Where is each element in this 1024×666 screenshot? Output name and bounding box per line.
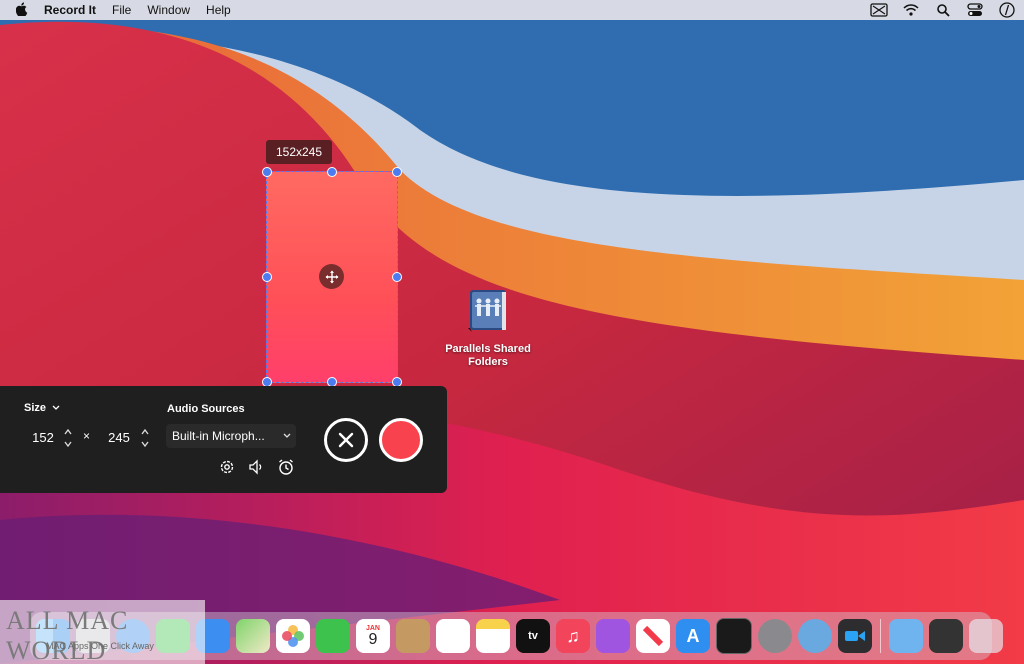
watermark-title: ALL MAC WORLD — [6, 606, 129, 665]
menu-app-name[interactable]: Record It — [44, 3, 96, 17]
tv-label: tv — [528, 630, 538, 642]
control-center-icon[interactable] — [966, 3, 984, 17]
chevron-down-icon — [283, 433, 291, 438]
resize-handle-right[interactable] — [392, 272, 402, 282]
close-icon — [338, 432, 354, 448]
width-stepper[interactable] — [63, 426, 73, 450]
audio-source-select[interactable]: Built-in Microph... — [166, 424, 296, 448]
speaker-icon[interactable] — [247, 458, 265, 476]
menu-help[interactable]: Help — [206, 3, 231, 17]
screen-record-icon[interactable] — [870, 3, 888, 17]
dock-contacts-icon[interactable] — [396, 619, 430, 653]
resize-handle-top[interactable] — [327, 167, 337, 177]
height-field[interactable]: 245 — [102, 428, 136, 448]
resize-handle-top-left[interactable] — [262, 167, 272, 177]
audio-source-value: Built-in Microph... — [172, 429, 265, 443]
dock-terminal-icon[interactable] — [716, 618, 752, 654]
dock-window-icon[interactable] — [929, 619, 963, 653]
dock-record-it-icon[interactable] — [838, 619, 872, 653]
clock-icon[interactable] — [998, 2, 1016, 18]
move-icon[interactable] — [319, 264, 344, 289]
dock-notes-icon[interactable] — [476, 619, 510, 653]
shared-folder-icon — [468, 290, 506, 332]
audio-sources-label: Audio Sources — [167, 403, 245, 415]
cancel-button[interactable] — [324, 418, 368, 462]
timer-icon[interactable] — [277, 458, 295, 476]
parallels-label-line1: Parallels Shared — [445, 343, 531, 355]
menu-file[interactable]: File — [112, 3, 131, 17]
dock-trash-icon[interactable] — [969, 619, 1003, 653]
parallels-shared-folders[interactable]: Parallels Shared Folders — [444, 288, 532, 369]
dock-altitude-icon[interactable] — [798, 619, 832, 653]
record-button[interactable] — [379, 418, 423, 462]
dock-podcasts-icon[interactable] — [596, 619, 630, 653]
dock-facetime-icon[interactable] — [316, 619, 350, 653]
dock-system-preferences-icon[interactable] — [758, 619, 792, 653]
times-sign: × — [83, 429, 91, 443]
size-label: Size — [24, 402, 47, 414]
dock-separator — [880, 619, 881, 653]
parallels-label-line2: Folders — [468, 356, 508, 368]
height-stepper[interactable] — [140, 426, 150, 450]
dock-downloads-icon[interactable] — [889, 619, 923, 653]
menu-bar: Record It File Window Help — [0, 0, 1024, 20]
chevron-down-icon — [52, 405, 60, 410]
size-menu[interactable]: Size — [24, 402, 60, 414]
dock-music-icon[interactable]: ♫ — [556, 619, 590, 653]
dock-maps-icon[interactable] — [236, 619, 270, 653]
dock-news-icon[interactable] — [636, 619, 670, 653]
calendar-day: 9 — [368, 630, 378, 648]
width-field[interactable]: 152 — [26, 428, 60, 448]
menu-window[interactable]: Window — [147, 3, 190, 17]
settings-icon[interactable] — [218, 458, 236, 476]
dock-reminders-icon[interactable] — [436, 619, 470, 653]
selection-size-tag: 152x245 — [266, 140, 332, 164]
wifi-icon[interactable] — [902, 3, 920, 17]
resize-handle-left[interactable] — [262, 272, 272, 282]
resize-handle-top-right[interactable] — [392, 167, 402, 177]
dock-photos-icon[interactable] — [276, 619, 310, 653]
dock-app-store-icon[interactable]: A — [676, 619, 710, 653]
search-icon[interactable] — [934, 3, 952, 17]
watermark: ALL MAC WORLD MAC Apps One Click Away — [0, 600, 205, 665]
dock-calendar-icon[interactable]: JAN 9 — [356, 619, 390, 653]
watermark-subtitle: MAC Apps One Click Away — [46, 641, 154, 651]
apple-icon[interactable] — [15, 1, 28, 19]
dock-tv-icon[interactable]: tv — [516, 619, 550, 653]
